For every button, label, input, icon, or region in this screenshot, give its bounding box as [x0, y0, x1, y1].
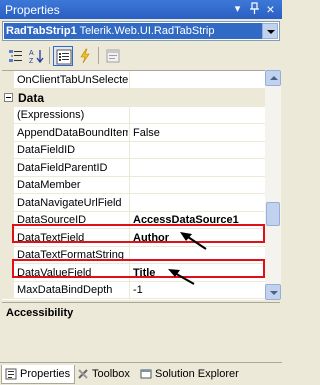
arrow-icon	[168, 269, 195, 285]
description-title: Accessibility	[6, 307, 74, 319]
tab-solution-explorer[interactable]: Solution Explorer	[137, 365, 243, 384]
categorized-button[interactable]	[6, 46, 26, 66]
annotation-arrows	[168, 232, 207, 285]
bottom-tab-strip: Properties Toolbox Solution Explorer	[0, 362, 282, 385]
description-panel: Accessibility	[2, 302, 280, 358]
title-bar: Properties ▾ ×	[0, 0, 282, 19]
property-grid: OnClientTabUnSelecte Data (Expressions) App…	[2, 70, 265, 300]
property-pages-icon	[106, 49, 120, 63]
solution-explorer-icon	[140, 369, 152, 379]
chevron-down-icon[interactable]	[262, 23, 278, 39]
close-icon[interactable]: ×	[263, 2, 278, 17]
selected-object: RadTabStrip1 Telerik.Web.UI.RadTabStrip	[4, 23, 262, 39]
scroll-up-icon[interactable]	[265, 70, 281, 86]
categorized-icon	[9, 50, 22, 62]
window-position-dropdown-icon[interactable]: ▾	[230, 2, 245, 17]
properties-icon	[5, 368, 17, 380]
svg-text:A: A	[29, 50, 34, 57]
tab-label: Solution Explorer	[155, 368, 239, 380]
sort-alphabetical-icon: A Z	[29, 50, 44, 64]
auto-hide-pin-icon[interactable]	[247, 2, 262, 17]
tab-properties[interactable]: Properties	[1, 365, 76, 384]
properties-toolbar: A Z	[2, 44, 280, 68]
scrollbar-thumb[interactable]	[266, 202, 280, 226]
properties-view-button[interactable]	[53, 46, 73, 66]
svg-text:Z: Z	[29, 58, 34, 64]
tab-label: Properties	[20, 368, 71, 380]
selected-object-name: RadTabStrip1	[6, 25, 77, 37]
toolbar-separator	[49, 47, 50, 64]
window-title: Properties	[5, 3, 60, 17]
selected-object-type: Telerik.Web.UI.RadTabStrip	[79, 25, 215, 37]
tab-label: Toolbox	[92, 368, 130, 380]
arrow-icon	[180, 232, 207, 250]
lightning-icon	[80, 48, 90, 64]
properties-window: Properties ▾ × RadTabStrip1 Telerik.Web.…	[0, 0, 282, 385]
events-button[interactable]	[75, 46, 95, 66]
toolbar-separator	[98, 47, 99, 64]
toolbox-icon	[78, 369, 88, 379]
object-selector-dropdown[interactable]: RadTabStrip1 Telerik.Web.UI.RadTabStrip	[2, 21, 280, 41]
tab-toolbox[interactable]: Toolbox	[74, 365, 134, 384]
scroll-down-icon[interactable]	[265, 284, 281, 300]
vertical-scrollbar[interactable]	[265, 70, 281, 300]
alphabetical-button[interactable]: A Z	[26, 46, 46, 66]
properties-list-icon	[56, 49, 72, 65]
property-pages-button	[103, 46, 123, 66]
